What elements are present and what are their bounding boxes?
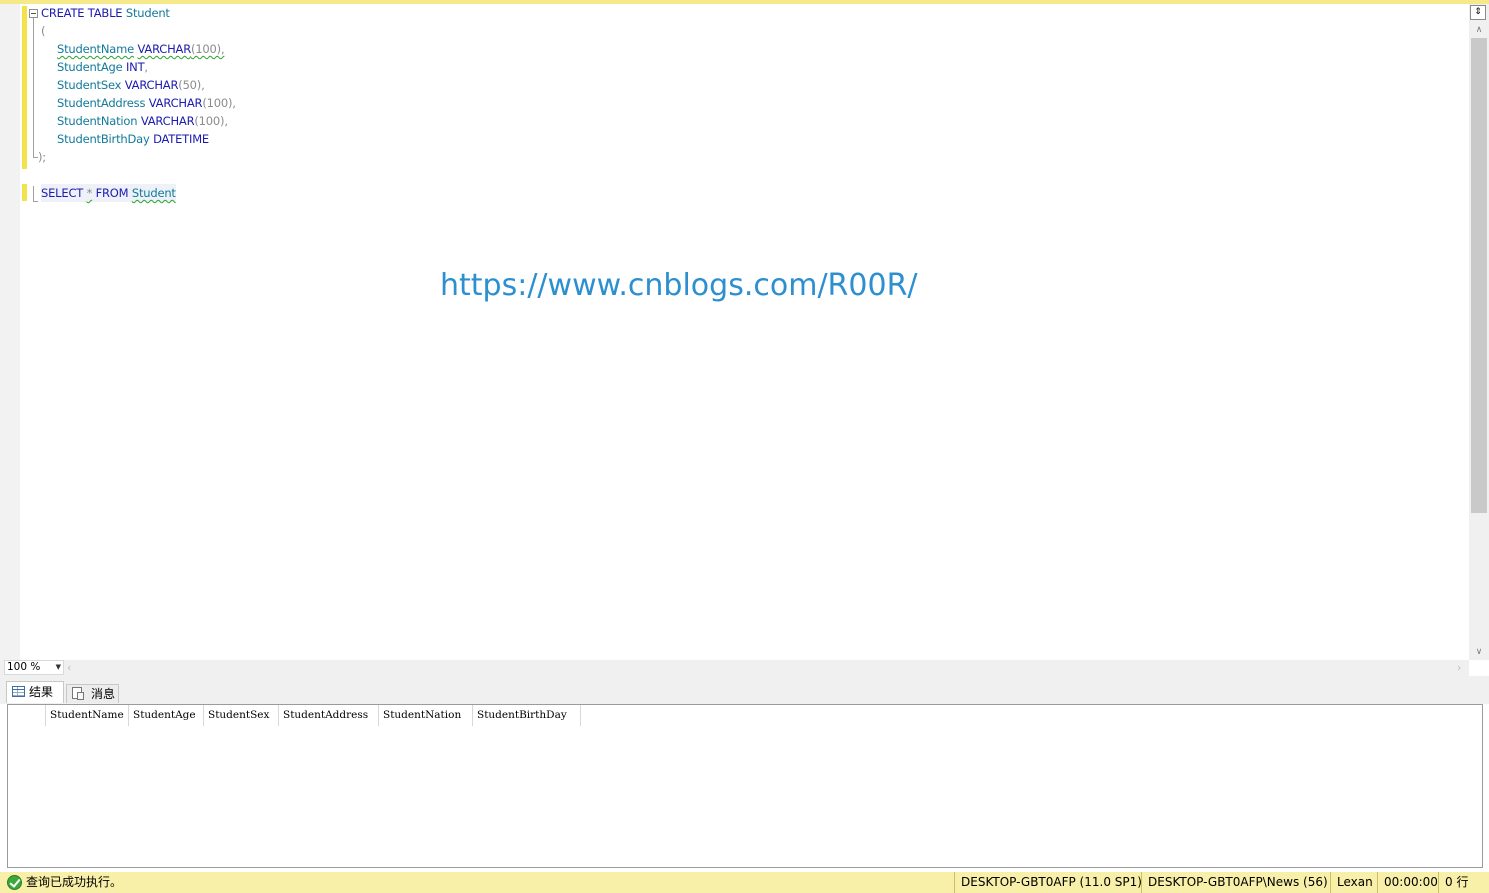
status-message: 查询已成功执行。 [26,875,123,889]
tab-results[interactable]: 结果 [6,681,64,703]
code-line-column: StudentAge INT, [57,58,148,76]
collapse-icon[interactable] [29,9,38,18]
column-args: , [144,60,148,74]
scroll-down-arrow-icon[interactable]: ∨ [1471,645,1487,659]
code-line-create: CREATE TABLE Student [41,4,170,22]
query-editor[interactable]: CREATE TABLE Student ( StudentName VARCH… [0,4,1469,660]
grid-corner-cell[interactable] [8,705,46,726]
column-type: VARCHAR [140,114,195,128]
tab-messages[interactable]: 消息 [66,684,119,703]
grid-column-header[interactable]: StudentNation [379,705,473,726]
sql-keyword: CREATE TABLE [41,6,123,20]
grid-header-row: StudentName StudentAge StudentSex Studen… [8,705,581,726]
code-line-close-paren: ); [38,150,46,164]
status-connection: DESKTOP-GBT0AFP\News (56) [1141,872,1331,893]
code-line-column: StudentNation VARCHAR(100), [57,112,228,130]
scrollbar-corner [1469,660,1489,676]
change-marker [22,6,27,169]
column-name: StudentSex [57,78,122,92]
results-grid-icon [12,686,25,697]
sql-identifier: Student [131,186,176,200]
column-type: DATETIME [153,132,209,146]
tab-messages-label: 消息 [91,687,116,701]
status-database: Lexan [1330,872,1378,893]
grid-column-header[interactable]: StudentAddress [279,705,379,726]
status-rows: 0 行 [1438,872,1489,893]
results-tab-strip [0,676,1489,704]
editor-zoom-bar [0,660,1469,676]
zoom-value: 100 % [7,661,41,673]
tab-results-label: 结果 [29,685,54,699]
results-grid[interactable]: StudentName StudentAge StudentSex Studen… [7,704,1483,868]
chevron-down-icon: ▼ [55,663,61,671]
column-type: VARCHAR [124,78,179,92]
column-name: StudentAge [57,60,123,74]
column-name: StudentAddress [57,96,146,110]
grid-column-header[interactable]: StudentSex [204,705,279,726]
code-line-open-paren: ( [41,24,46,38]
column-args: (100), [191,42,225,56]
success-check-icon [7,875,22,890]
column-name: StudentNation [57,114,138,128]
fold-guide-end [33,201,38,202]
sql-keyword: SELECT [41,186,84,200]
code-line-column: StudentBirthDay DATETIME [57,130,209,148]
editor-margin [0,4,20,660]
code-line-column: StudentAddress VARCHAR(100), [57,94,236,112]
status-server: DESKTOP-GBT0AFP (11.0 SP1) [954,872,1142,893]
scroll-up-arrow-icon[interactable]: ∧ [1471,23,1487,37]
grid-column-header[interactable]: StudentAge [129,705,204,726]
column-args: (50), [178,78,205,92]
sql-star: * [86,186,93,200]
watermark-url: https://www.cnblogs.com/R00R/ [440,268,918,303]
fold-guide [33,186,34,201]
grid-column-header[interactable]: StudentName [46,705,129,726]
scroll-left-arrow-icon[interactable]: ‹ [67,660,71,675]
column-name: StudentName [57,42,134,56]
fold-guide [33,18,34,157]
column-name: StudentBirthDay [57,132,150,146]
code-line-column: StudentName VARCHAR(100), [57,40,225,58]
scrollbar-thumb[interactable] [1471,38,1487,513]
code-line-column: StudentSex VARCHAR(50), [57,76,205,94]
messages-icon [72,687,84,700]
column-type: VARCHAR [137,42,192,56]
column-type: INT [125,60,145,74]
column-args: (100), [194,114,228,128]
split-editor-icon[interactable]: ⇕ [1470,5,1486,20]
sql-identifier: Student [125,6,170,20]
column-type: VARCHAR [148,96,203,110]
sql-keyword: FROM [95,186,129,200]
column-args: (100), [202,96,236,110]
status-elapsed: 00:00:00 [1377,872,1439,893]
change-marker [22,184,27,201]
scroll-right-arrow-icon[interactable]: › [1457,660,1461,675]
code-line-select: SELECT * FROM Student [41,184,176,202]
grid-column-header[interactable]: StudentBirthDay [473,705,581,726]
zoom-select[interactable]: 100 % ▼ [4,660,64,675]
